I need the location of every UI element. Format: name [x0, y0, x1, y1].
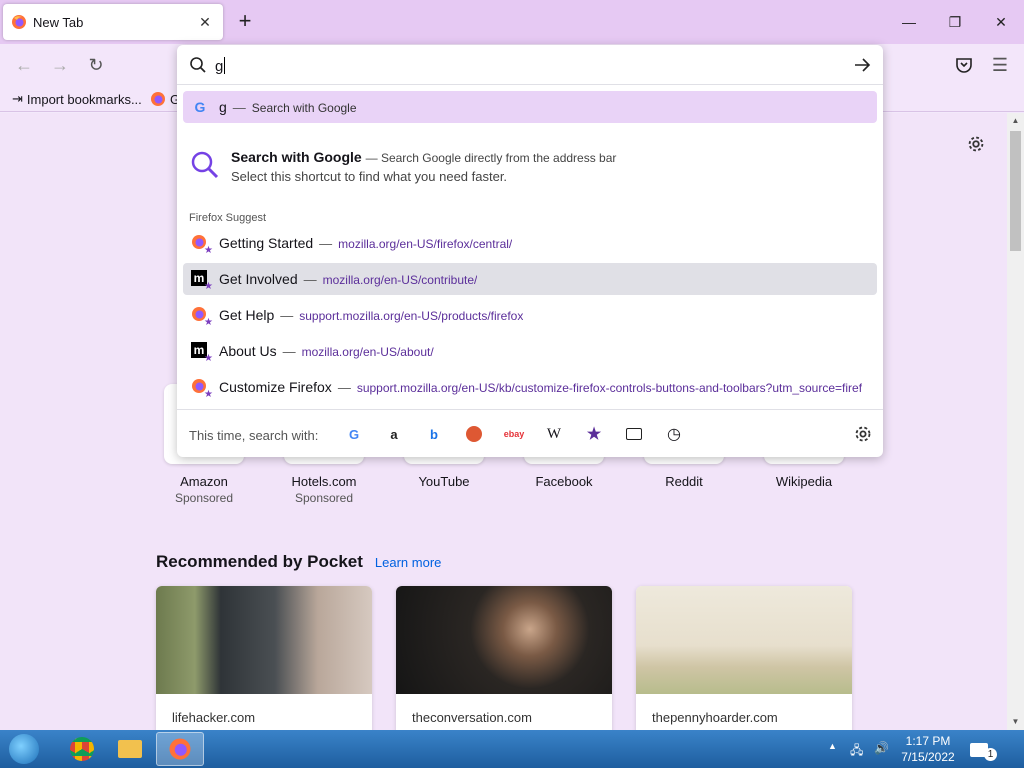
firefox-taskbar-button[interactable]	[156, 732, 204, 766]
article-image	[636, 586, 852, 694]
tab-title: New Tab	[33, 15, 84, 30]
firefox-suggest-label: Firefox Suggest	[189, 212, 267, 224]
article-image	[396, 586, 612, 694]
article-image	[156, 586, 372, 694]
amazon-icon[interactable]: a	[383, 423, 405, 445]
go-arrow-icon[interactable]	[851, 54, 873, 76]
explorer-taskbar-button[interactable]	[106, 732, 154, 766]
suggestion-url: support.mozilla.org/en-US/products/firef…	[299, 309, 524, 323]
scroll-down-icon[interactable]: ▼	[1007, 714, 1024, 730]
folder-icon	[118, 740, 142, 758]
article-source: thepennyhoarder.com	[652, 710, 778, 725]
scrollbar-thumb[interactable]	[1010, 131, 1021, 251]
network-icon[interactable]: 🖧	[850, 741, 863, 762]
top-site-amazon[interactable]: Amazon Sponsored	[144, 474, 264, 505]
firefox-icon: ★	[191, 306, 213, 328]
bookmark-item[interactable]: G	[150, 91, 180, 107]
pocket-section-header: Recommended by Pocket Learn more	[156, 552, 441, 572]
pocket-card[interactable]: thepennyhoarder.com	[636, 586, 852, 736]
reload-icon[interactable]: ↻	[84, 53, 108, 77]
suggestion-title: About Us	[219, 343, 277, 359]
wikipedia-icon[interactable]: W	[543, 423, 565, 445]
search-settings-gear-icon[interactable]	[852, 423, 874, 445]
article-source: theconversation.com	[412, 710, 532, 725]
action-center-icon[interactable]: 1	[970, 738, 997, 761]
settings-gear-icon[interactable]	[965, 133, 987, 155]
volume-icon[interactable]: 🔊	[874, 741, 889, 755]
top-site-wikipedia[interactable]: Wikipedia	[744, 474, 864, 489]
history-suggestion-row[interactable]: ★ Getting Started — mozilla.org/en-US/firef…	[183, 227, 877, 259]
learn-more-link[interactable]: Learn more	[375, 555, 441, 570]
top-site-facebook[interactable]: Facebook	[504, 474, 624, 489]
new-tab-button[interactable]: +	[234, 10, 256, 33]
top-site-youtube[interactable]: YouTube	[384, 474, 504, 489]
history-suggestion-row[interactable]: m ★ Get Involved — mozilla.org/en-US/contrib…	[183, 263, 877, 295]
ebay-icon[interactable]: ebay	[503, 423, 525, 445]
article-source: lifehacker.com	[172, 710, 256, 725]
google-icon: G	[194, 99, 206, 115]
suggestion-url: support.mozilla.org/en-US/kb/customize-f…	[356, 381, 863, 395]
history-clock-icon[interactable]: ◷	[663, 423, 685, 445]
pocket-card[interactable]: lifehacker.com	[156, 586, 372, 736]
tabs-icon[interactable]	[623, 423, 645, 445]
import-bookmarks-link[interactable]: ⇥ Import bookmarks...	[12, 91, 142, 107]
windows-logo-icon	[9, 734, 39, 764]
duckduckgo-icon[interactable]	[463, 423, 485, 445]
suggestion-title: Get Help	[219, 307, 275, 323]
address-bar[interactable]: g	[177, 45, 883, 85]
close-window-icon[interactable]: ✕	[986, 8, 1016, 36]
mozilla-m-icon: m ★	[191, 270, 213, 292]
suggestion-url: mozilla.org/en-US/about/	[301, 345, 434, 359]
pocket-title: Recommended by Pocket	[156, 552, 363, 571]
menu-icon[interactable]: ☰	[988, 53, 1012, 77]
search-magnifier-icon	[191, 151, 219, 179]
search-suggestion-row[interactable]: G g — Search with Google	[183, 91, 877, 123]
show-hidden-icons[interactable]: ▲	[828, 741, 837, 751]
suggestion-title: Getting Started	[219, 235, 314, 251]
firefox-icon: ★	[191, 234, 213, 256]
history-suggestion-row[interactable]: m ★ About Us — mozilla.org/en-US/about/	[183, 335, 877, 367]
suggestion-url: mozilla.org/en-US/contribute/	[322, 273, 478, 287]
page-scrollbar[interactable]: ▲ ▼	[1007, 113, 1024, 730]
search-icon	[190, 57, 206, 73]
suggestion-url: mozilla.org/en-US/firefox/central/	[338, 237, 513, 251]
suggestion-title: Get Involved	[219, 271, 298, 287]
minimize-icon[interactable]: —	[894, 8, 924, 36]
top-site-hotels[interactable]: Hotels.com Sponsored	[264, 474, 384, 505]
scroll-up-icon[interactable]: ▲	[1007, 113, 1024, 129]
firefox-icon: ★	[191, 378, 213, 400]
pocket-icon[interactable]	[955, 56, 973, 74]
google-icon[interactable]: G	[343, 423, 365, 445]
top-site-reddit[interactable]: Reddit	[624, 474, 744, 489]
one-off-search-bar: This time, search with: G a b ebay W ★ ◷	[177, 409, 883, 457]
chrome-icon	[70, 737, 94, 761]
suggestion-title: Customize Firefox	[219, 379, 332, 395]
history-suggestion-row[interactable]: ★ Get Help — support.mozilla.org/en-US/prod…	[183, 299, 877, 331]
bookmarks-star-icon[interactable]: ★	[583, 423, 605, 445]
close-tab-icon[interactable]: ✕	[195, 12, 215, 32]
firefox-icon	[151, 92, 165, 106]
forward-arrow-icon[interactable]: →	[48, 53, 72, 77]
restore-icon[interactable]: ❐	[940, 8, 970, 36]
firefox-icon	[12, 15, 26, 29]
bing-icon[interactable]: b	[423, 423, 445, 445]
import-icon: ⇥	[12, 91, 23, 106]
mozilla-m-icon: m ★	[191, 342, 213, 364]
address-bar-input: g	[215, 57, 226, 75]
search-shortcut-tip[interactable]: Search with Google — Search Google direc…	[189, 145, 869, 191]
tab-strip: New Tab ✕ + — ❐ ✕	[0, 0, 1024, 44]
firefox-icon	[169, 738, 191, 760]
chrome-taskbar-button[interactable]	[58, 732, 106, 766]
start-button[interactable]	[2, 732, 46, 766]
windows-taskbar: ▲ 🖧 🔊 1:17 PM 7/15/2022 1	[0, 730, 1024, 768]
urlbar-dropdown: g G g — Search with Google Search with Goo…	[177, 45, 883, 457]
back-arrow-icon[interactable]: ←	[12, 53, 36, 77]
system-clock[interactable]: 1:17 PM 7/15/2022	[900, 733, 956, 765]
pocket-card[interactable]: theconversation.com	[396, 586, 612, 736]
tab-new-tab[interactable]: New Tab ✕	[3, 4, 223, 40]
history-suggestion-row[interactable]: ★ Customize Firefox — support.mozilla.org/e…	[183, 371, 877, 403]
